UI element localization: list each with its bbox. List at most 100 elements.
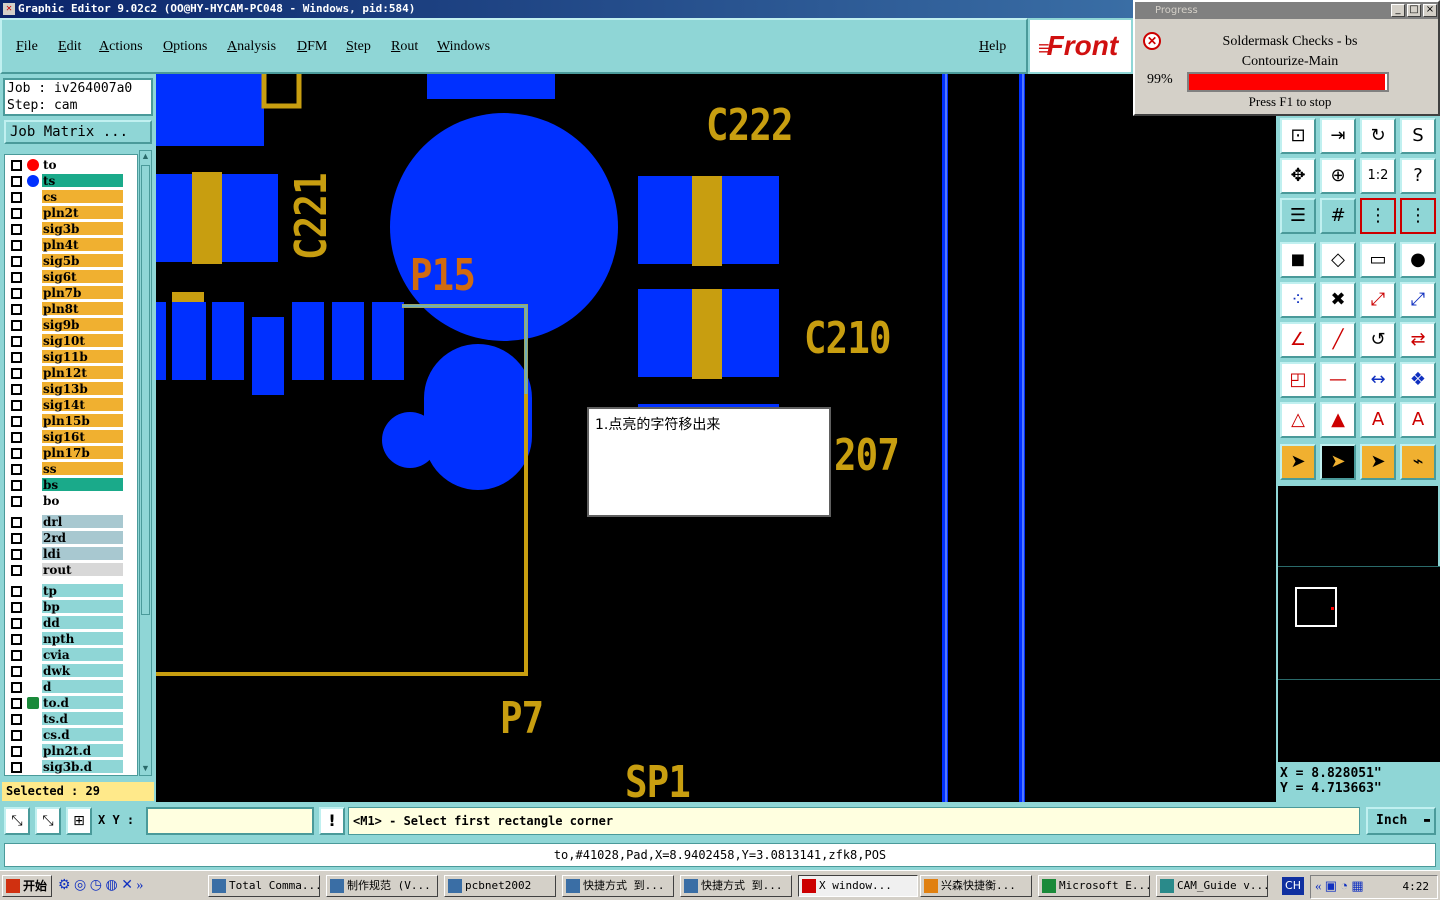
settings-icon[interactable]: ☰ (1280, 198, 1316, 234)
layer-name[interactable]: bo (42, 494, 123, 508)
minimize-button[interactable]: _ (1391, 4, 1405, 17)
layer-name[interactable]: sig6t (42, 270, 123, 284)
help-icon[interactable]: ? (1400, 158, 1436, 194)
units-select[interactable]: Inch ▬ (1366, 807, 1436, 835)
snap-grid-icon[interactable]: ⊞ (66, 807, 92, 835)
delete-icon[interactable]: ✖ (1320, 282, 1356, 318)
zoom-in-icon[interactable]: ⤡ (4, 807, 30, 835)
layer-name[interactable]: cvia (42, 648, 123, 662)
menu-dfm[interactable]: DFM (297, 39, 327, 55)
layer-row-cs.d[interactable]: cs.d (5, 727, 137, 743)
menu-file[interactable]: File (16, 39, 38, 55)
layer-name[interactable]: ss (42, 462, 123, 476)
taskbar-item[interactable]: Total Comma... (208, 875, 320, 897)
layer-name[interactable]: ldi (42, 547, 123, 561)
menu-actions[interactable]: Actions (99, 39, 143, 55)
xy-input[interactable] (146, 807, 314, 835)
zoom-fit-icon[interactable]: ⊕ (1320, 158, 1356, 194)
menu-edit[interactable]: Edit (58, 39, 81, 55)
group-icon[interactable]: ❖ (1400, 362, 1436, 398)
layer-row-sig10t[interactable]: sig10t (5, 333, 137, 349)
layer-name[interactable]: pln2t.d (42, 744, 123, 758)
layer-row-sig5b[interactable]: sig5b (5, 253, 137, 269)
layer-row-bp[interactable]: bp (5, 599, 137, 615)
taskbar-item[interactable]: 快捷方式 到... (562, 875, 674, 897)
layer-row-pln2t.d[interactable]: pln2t.d (5, 743, 137, 759)
layer-row-to[interactable]: to (5, 157, 137, 173)
taskbar-item[interactable]: 快捷方式 到... (680, 875, 792, 897)
layer-name[interactable]: d (42, 680, 123, 694)
layer-checkbox[interactable] (11, 650, 22, 661)
layer-checkbox[interactable] (11, 304, 22, 315)
layer-row-drl[interactable]: drl (5, 514, 137, 530)
layer-name[interactable]: to.d (42, 696, 123, 710)
layer-checkbox[interactable] (11, 400, 22, 411)
copy-icon[interactable]: ⤢ (1400, 282, 1436, 318)
taskbar-item[interactable]: CAM_Guide v... (1156, 875, 1268, 897)
layer-checkbox[interactable] (11, 533, 22, 544)
layer-name[interactable]: dwk (42, 664, 123, 678)
layer-checkbox[interactable] (11, 416, 22, 427)
close-button[interactable]: × (1423, 4, 1437, 17)
layer-checkbox[interactable] (11, 634, 22, 645)
menu-help[interactable]: Help (979, 39, 1006, 55)
redraw-icon[interactable]: ↻ (1360, 118, 1396, 154)
quicklaunch-icons[interactable]: ⚙ ◎ ◷ ◍ ✕ » (58, 877, 188, 897)
layer-row-pln17b[interactable]: pln17b (5, 445, 137, 461)
layer-name[interactable]: ts (42, 174, 123, 188)
layer-scrollbar[interactable]: ▲ ▼ (139, 150, 152, 776)
layer-checkbox[interactable] (11, 602, 22, 613)
layer-row-sig14t[interactable]: sig14t (5, 397, 137, 413)
select-polygon-icon[interactable]: ➤ (1360, 444, 1396, 480)
layer-name[interactable]: sig9b (42, 318, 123, 332)
layer-checkbox[interactable] (11, 618, 22, 629)
layer-name[interactable]: drl (42, 515, 123, 529)
tray-icons[interactable]: « ▣ ◔ ▦ (1315, 878, 1364, 894)
layer-checkbox[interactable] (11, 682, 22, 693)
zoom-1to1-icon[interactable]: 1:2 (1360, 158, 1396, 194)
layer-row-sig16t[interactable]: sig16t (5, 429, 137, 445)
layer-name[interactable]: pln12t (42, 366, 123, 380)
layer-row-cvia[interactable]: cvia (5, 647, 137, 663)
layer-checkbox[interactable] (11, 517, 22, 528)
layer-checkbox[interactable] (11, 464, 22, 475)
zoom-out-icon[interactable]: ⤡ (35, 807, 61, 835)
layer-row-dwk[interactable]: dwk (5, 663, 137, 679)
layer-row-sig6t[interactable]: sig6t (5, 269, 137, 285)
layer-checkbox[interactable] (11, 224, 22, 235)
layer-row-sig3b[interactable]: sig3b (5, 221, 137, 237)
break-icon[interactable]: — (1320, 362, 1356, 398)
flip-icon[interactable]: ⇄ (1400, 322, 1436, 358)
layer-row-ts.d[interactable]: ts.d (5, 711, 137, 727)
layer-row-d[interactable]: d (5, 679, 137, 695)
layer-row-pln2t[interactable]: pln2t (5, 205, 137, 221)
menu-rout[interactable]: Rout (391, 39, 418, 55)
layer-checkbox[interactable] (11, 336, 22, 347)
snap-icon[interactable]: S (1400, 118, 1436, 154)
layer-name[interactable]: 2rd (42, 531, 123, 545)
layer-row-sig3b.d[interactable]: sig3b.d (5, 759, 137, 775)
layer-checkbox[interactable] (11, 698, 22, 709)
resize-icon[interactable]: ◰ (1280, 362, 1316, 398)
grid-icon[interactable]: # (1320, 198, 1356, 234)
layer-row-pln12t[interactable]: pln12t (5, 365, 137, 381)
zoom-window-icon[interactable]: ⊡ (1280, 118, 1316, 154)
layer-row-ldi[interactable]: ldi (5, 546, 137, 562)
layer-name[interactable]: npth (42, 632, 123, 646)
menu-windows[interactable]: Windows (437, 39, 490, 55)
dimension-icon[interactable]: ↔ (1360, 362, 1396, 398)
layer-name[interactable]: rout (42, 563, 123, 577)
layer-checkbox[interactable] (11, 565, 22, 576)
layer-checkbox[interactable] (11, 240, 22, 251)
triangle-icon[interactable]: △ (1280, 402, 1316, 438)
taskbar-item[interactable]: 兴森快捷衡... (920, 875, 1032, 897)
layer-checkbox[interactable] (11, 586, 22, 597)
layer-checkbox[interactable] (11, 496, 22, 507)
layer-checkbox[interactable] (11, 432, 22, 443)
menu-step[interactable]: Step (346, 39, 371, 55)
layer-checkbox[interactable] (11, 368, 22, 379)
layer-row-dd[interactable]: dd (5, 615, 137, 631)
layer-display-icon[interactable]: ⋮ (1360, 198, 1396, 234)
layer-row-sig11b[interactable]: sig11b (5, 349, 137, 365)
layer-row-pln8t[interactable]: pln8t (5, 301, 137, 317)
